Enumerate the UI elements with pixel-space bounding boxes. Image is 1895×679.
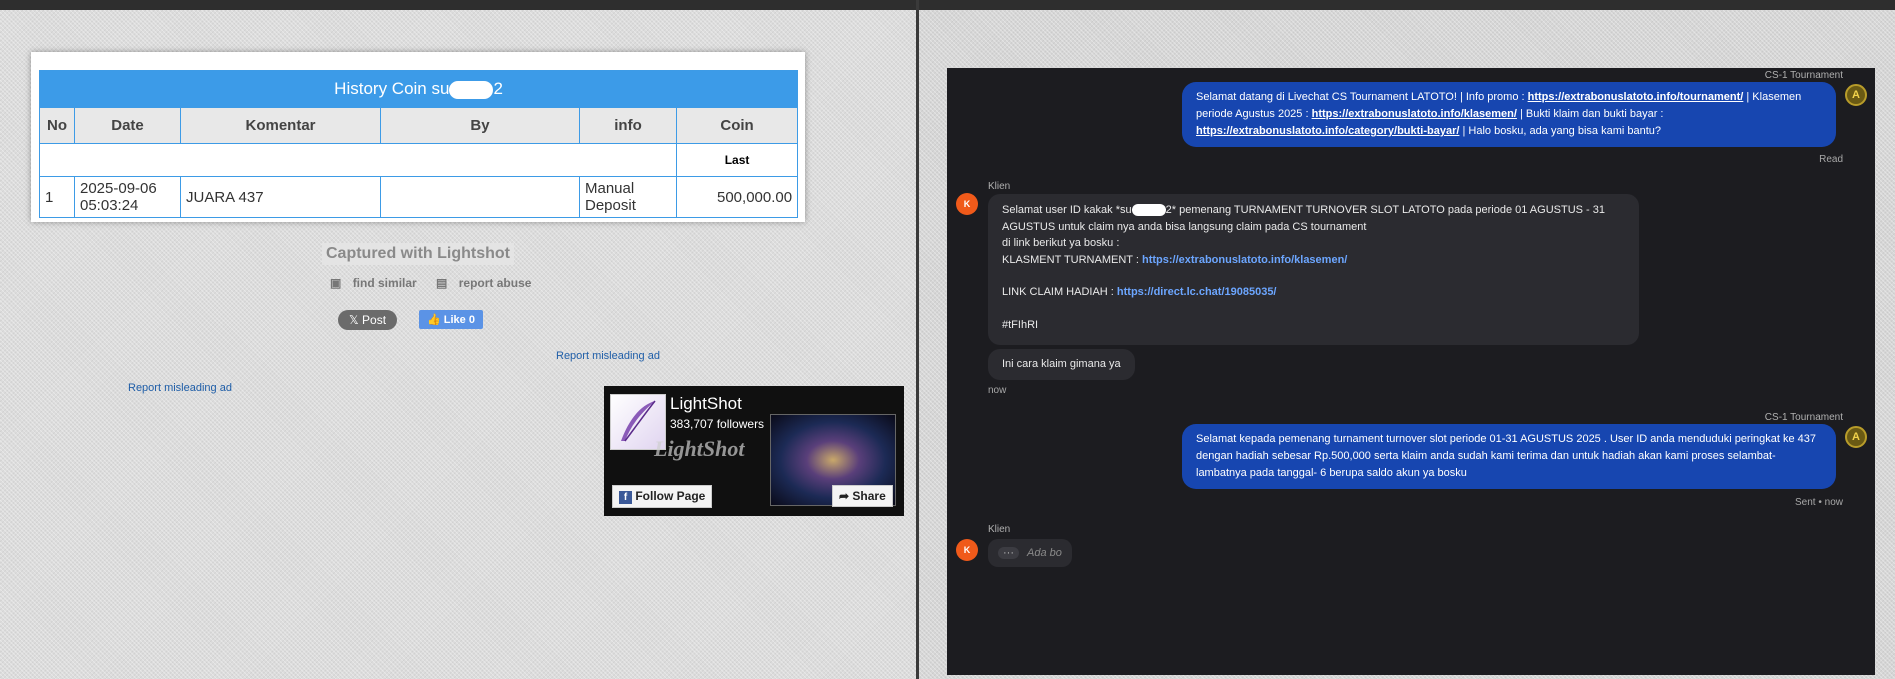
tournament-link[interactable]: https://extrabonuslatoto.info/tournament… [1528, 91, 1744, 103]
col-header-by: By [380, 107, 580, 144]
followers-count: 383,707 followers [670, 417, 765, 431]
cell-by [380, 176, 580, 218]
lightshot-watermark: LightShot [654, 436, 745, 461]
col-header-komentar: Komentar [180, 107, 381, 144]
page-name[interactable]: LightShot [670, 394, 742, 414]
agent-message-winner: Selamat kepada pemenang turnament turnov… [1182, 424, 1836, 489]
agent-name: CS-1 Tournament [1764, 70, 1843, 81]
bukti-bayar-link[interactable]: https://extrabonuslatoto.info/category/b… [1196, 125, 1459, 137]
clipboard-icon: ▤ [436, 276, 448, 290]
redaction-mark [449, 80, 494, 99]
agent-message-welcome: Selamat datang di Livechat CS Tournament… [1182, 82, 1836, 147]
last-label: Last [675, 143, 799, 177]
cell-info: Manual Deposit [579, 176, 677, 218]
share-icon: ➦ [839, 489, 850, 503]
klasemen-link[interactable]: https://extrabonuslatoto.info/klasemen/ [1312, 108, 1517, 120]
col-header-date: Date [74, 107, 181, 144]
report-abuse-link[interactable]: ▤ report abuse [436, 276, 539, 290]
client-message-info: Selamat user ID kakak *su 2* pemenang TUR… [988, 194, 1639, 345]
message-time: now [988, 385, 1007, 396]
client-avatar: K [956, 539, 978, 561]
agent-avatar: A [1845, 84, 1867, 106]
col-header-coin: Coin [675, 107, 799, 144]
thumbs-up-icon: 👍 [427, 314, 441, 326]
captured-with-lightshot[interactable]: Captured with Lightshot [322, 243, 514, 265]
find-similar-link[interactable]: ▣ find similar [330, 276, 425, 290]
typing-indicator: ··· Ada bo [988, 539, 1072, 567]
follow-page-button[interactable]: f Follow Page [612, 485, 713, 508]
claim-hadiah-link[interactable]: https://direct.lc.chat/19085035/ [1117, 286, 1277, 298]
typing-dots-icon: ··· [998, 547, 1019, 559]
klasemen-link[interactable]: https://extrabonuslatoto.info/klasemen/ [1142, 254, 1347, 266]
lightshot-tools: ▣ find similar ▤ report abuse [330, 276, 547, 290]
window-top-bar [0, 0, 1895, 10]
cell-coin: 500,000.00 [675, 176, 799, 218]
report-misleading-ad-link[interactable]: Report misleading ad [128, 382, 232, 394]
camera-icon: ▣ [330, 276, 342, 290]
cell-date: 2025-09-06 05:03:24 [74, 176, 181, 218]
share-button[interactable]: ➦ Share [832, 485, 893, 507]
col-header-info: info [579, 107, 677, 144]
livechat-panel: CS-1 Tournament Selamat datang di Livech… [947, 68, 1875, 675]
history-coin-card: History Coin su 2 No Date Komentar By inf… [31, 52, 805, 222]
lightshot-facebook-widget: LightShot 383,707 followers LightShot f … [604, 386, 904, 516]
last-row-spacer [39, 143, 677, 177]
report-misleading-ad-link[interactable]: Report misleading ad [556, 350, 660, 362]
agent-avatar: A [1845, 426, 1867, 448]
client-avatar: K [956, 193, 978, 215]
client-name: Klien [988, 181, 1011, 192]
post-button[interactable]: 𝕏 Post [338, 310, 398, 330]
col-header-no: No [39, 107, 75, 144]
redaction-mark [1131, 204, 1166, 217]
facebook-icon: f [619, 491, 632, 504]
cell-no: 1 [39, 176, 75, 218]
read-status: Read [1819, 154, 1843, 165]
x-icon: 𝕏 [349, 313, 359, 327]
client-name: Klien [988, 524, 1011, 535]
sent-status: Sent • now [1795, 497, 1843, 508]
table-row: 1 2025-09-06 05:03:24 JUARA 437 Manual Dep… [39, 176, 799, 218]
history-title: History Coin su 2 [38, 70, 799, 108]
history-table: History Coin su 2 No Date Komentar By inf… [38, 70, 799, 218]
like-button[interactable]: 👍 Like 0 [419, 310, 483, 329]
client-message-question: Ini cara klaim gimana ya [988, 349, 1135, 380]
agent-name: CS-1 Tournament [1764, 412, 1843, 423]
cell-komentar: JUARA 437 [180, 176, 381, 218]
